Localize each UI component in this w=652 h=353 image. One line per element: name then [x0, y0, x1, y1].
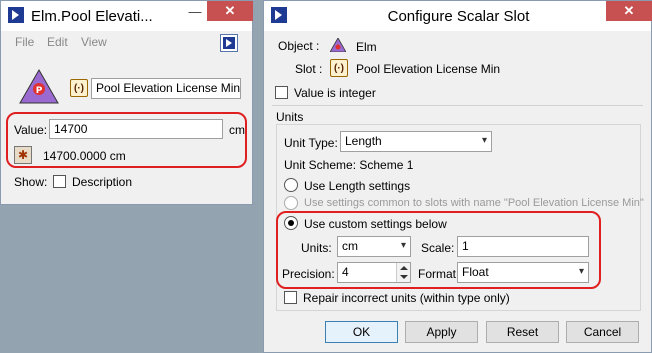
units-value: cm — [342, 239, 358, 253]
scalar-slot-icon: (·) — [70, 79, 88, 97]
use-custom-settings-radio[interactable] — [284, 216, 298, 230]
repair-units-checkbox[interactable] — [284, 291, 297, 304]
use-common-settings-radio[interactable] — [284, 196, 298, 210]
chevron-down-icon: ▾ — [578, 266, 584, 277]
menubar: File Edit View — [1, 31, 252, 53]
configure-scalar-slot-dialog: Configure Scalar Slot ✕ Object : Elm Slo… — [263, 0, 652, 353]
scale-input[interactable]: 1 — [457, 236, 589, 257]
use-length-settings-radio[interactable] — [284, 178, 298, 192]
show-label: Show: — [14, 175, 48, 189]
help-icon[interactable] — [220, 34, 238, 52]
reservoir-icon — [330, 38, 346, 52]
slot-name-field[interactable]: Pool Elevation License Min — [91, 78, 241, 99]
units-label: Units: — [301, 241, 332, 255]
apply-button[interactable]: Apply — [405, 321, 478, 343]
value-is-integer-label: Value is integer — [294, 86, 376, 100]
close-icon[interactable]: ✕ — [207, 1, 253, 21]
value-unit: cm — [229, 123, 245, 137]
value-label: Value: — [14, 123, 48, 137]
value-input[interactable]: 14700 — [49, 119, 223, 139]
value-is-integer-checkbox[interactable] — [275, 86, 288, 99]
unit-type-select[interactable]: Length ▾ — [340, 131, 492, 152]
object-label: Object : — [278, 39, 320, 53]
open-object-window: Elm.Pool Elevati... — ✕ File Edit View P… — [0, 0, 253, 205]
menu-edit[interactable]: Edit — [47, 35, 68, 49]
scale-label: Scale: — [421, 241, 455, 255]
format-label: Format — [418, 267, 457, 281]
format-value: Float — [462, 265, 489, 279]
riverware-icon — [8, 7, 24, 23]
unit-type-value: Length — [345, 134, 382, 148]
minimize-icon[interactable]: — — [181, 1, 209, 21]
svg-text:P: P — [36, 86, 43, 96]
use-common-settings-label: Use settings common to slots with name "… — [304, 197, 644, 209]
chevron-down-icon: ▾ — [481, 135, 487, 146]
description-label: Description — [72, 175, 133, 189]
right-titlebar[interactable]: Configure Scalar Slot ✕ — [264, 1, 652, 31]
unit-scheme: Unit Scheme: Scheme 1 — [284, 158, 414, 172]
menu-file[interactable]: File — [15, 35, 34, 49]
menu-view[interactable]: View — [81, 35, 107, 49]
dialog-title: Configure Scalar Slot — [387, 8, 530, 25]
object-value: Elm — [356, 40, 377, 54]
units-group-label: Units — [276, 110, 304, 124]
cancel-button[interactable]: Cancel — [566, 321, 639, 343]
left-titlebar[interactable]: Elm.Pool Elevati... — ✕ — [1, 1, 253, 31]
reset-button[interactable]: Reset — [486, 321, 559, 343]
converted-value: 14700.0000 cm — [43, 149, 126, 163]
scalar-slot-icon: (·) — [330, 59, 348, 77]
slot-label: Slot : — [295, 62, 323, 76]
stepper-arrows-icon — [400, 266, 408, 279]
close-icon[interactable]: ✕ — [606, 1, 652, 21]
use-length-settings-label: Use Length settings — [304, 179, 411, 193]
precision-label: Precision: — [282, 267, 335, 281]
unit-type-label: Unit Type: — [284, 136, 338, 150]
units-select[interactable]: cm ▾ — [337, 236, 411, 257]
gear-icon[interactable]: ✱ — [14, 146, 32, 164]
format-select[interactable]: Float ▾ — [457, 262, 589, 283]
reservoir-icon: P — [19, 69, 59, 104]
ok-button[interactable]: OK — [325, 321, 398, 343]
chevron-down-icon: ▾ — [400, 240, 406, 251]
slot-value: Pool Elevation License Min — [356, 62, 501, 76]
left-window-title: Elm.Pool Elevati... — [31, 8, 153, 25]
use-custom-settings-label: Use custom settings below — [304, 217, 447, 231]
divider — [272, 105, 643, 106]
repair-units-label: Repair incorrect units (within type only… — [303, 291, 510, 305]
precision-stepper[interactable] — [396, 263, 410, 282]
description-checkbox[interactable] — [53, 175, 66, 188]
